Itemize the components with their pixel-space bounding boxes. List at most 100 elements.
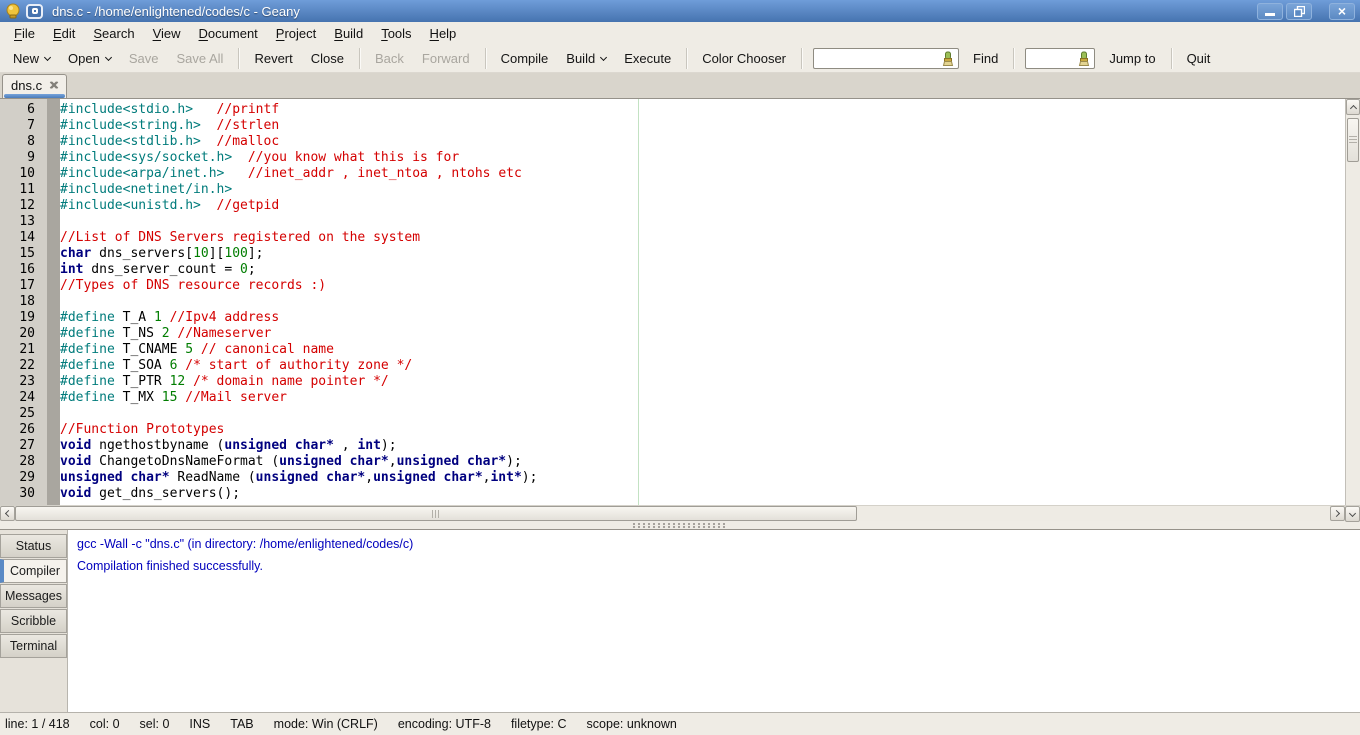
toolbar-separator xyxy=(1013,48,1014,69)
panel-splitter[interactable] xyxy=(0,521,1360,529)
horizontal-scrollbar[interactable] xyxy=(0,506,1345,521)
scroll-up-button[interactable] xyxy=(1346,99,1360,115)
menu-view[interactable]: View xyxy=(144,23,190,44)
toolbar-button-label: Build xyxy=(566,51,595,66)
code-line: #define T_CNAME 5 // canonical name xyxy=(60,342,334,358)
code-row: 30void get_dns_servers(); xyxy=(0,486,1345,502)
code-row: 27void ngethostbyname (unsigned char* , … xyxy=(0,438,1345,454)
menu-project[interactable]: Project xyxy=(267,23,325,44)
window-title: dns.c - /home/enlightened/codes/c - Gean… xyxy=(52,4,300,19)
horizontal-scrollbar-thumb[interactable] xyxy=(15,506,857,521)
menu-edit[interactable]: Edit xyxy=(44,23,84,44)
window-menu-icon[interactable] xyxy=(5,3,21,19)
code-row: 24 #define T_MX 15 //Mail server xyxy=(0,390,1345,406)
toolbar-save-button: Save xyxy=(120,47,168,70)
line-number: 23 xyxy=(0,374,41,390)
status-line-ending-mode: mode: Win (CRLF) xyxy=(274,717,378,731)
line-number: 11 xyxy=(0,182,41,198)
app-icon[interactable] xyxy=(26,4,43,19)
code-line: char dns_servers[10][100]; xyxy=(60,246,264,262)
code-line: #define T_SOA 6 /* start of authority zo… xyxy=(60,358,412,374)
menu-build[interactable]: Build xyxy=(325,23,372,44)
toolbar-close-button[interactable]: Close xyxy=(302,47,353,70)
status-selection: sel: 0 xyxy=(140,717,170,731)
toolbar-build-button[interactable]: Build xyxy=(557,47,615,70)
scroll-down-button[interactable] xyxy=(1345,506,1360,522)
scroll-left-button[interactable] xyxy=(0,506,15,521)
scrollbar-trough[interactable] xyxy=(857,506,1330,521)
line-number: 24 xyxy=(0,390,41,406)
menu-search[interactable]: Search xyxy=(84,23,143,44)
minimize-icon xyxy=(1265,13,1275,16)
thumb-grip xyxy=(432,510,440,518)
clear-icon xyxy=(1076,51,1092,67)
msgwin-tab-terminal[interactable]: Terminal xyxy=(0,634,67,658)
toolbar-open-button[interactable]: Open xyxy=(59,47,120,70)
code-row: 23#define T_PTR 12 /* domain name pointe… xyxy=(0,374,1345,390)
toolbar-separator xyxy=(801,48,802,69)
vertical-scrollbar[interactable] xyxy=(1345,99,1360,505)
document-tabbar: dns.c× xyxy=(0,73,1360,99)
line-number: 9 xyxy=(0,150,41,166)
line-number: 19 xyxy=(0,310,41,326)
toolbar-button-label: Save All xyxy=(176,51,223,66)
menu-help[interactable]: Help xyxy=(421,23,466,44)
menubar: FileEditSearchViewDocumentProjectBuildTo… xyxy=(0,22,1360,45)
code-row: 21#define T_CNAME 5 // canonical name xyxy=(0,342,1345,358)
toolbar-button-label: Compile xyxy=(501,51,549,66)
toolbar-find-button[interactable]: Find xyxy=(964,47,1007,70)
vertical-scrollbar-thumb[interactable] xyxy=(1347,118,1359,162)
window-controls: × xyxy=(1257,3,1355,20)
dropdown-icon[interactable] xyxy=(44,54,51,61)
scroll-right-button[interactable] xyxy=(1330,506,1345,521)
jump-entry-input[interactable] xyxy=(1030,52,1076,66)
code-row: 28void ChangetoDnsNameFormat (unsigned c… xyxy=(0,454,1345,470)
line-number: 15 xyxy=(0,246,41,262)
menu-tools[interactable]: Tools xyxy=(372,23,420,44)
status-column: col: 0 xyxy=(90,717,120,731)
code-line: #define T_MX 15 //Mail server xyxy=(60,390,287,406)
code-line: #include<unistd.h> //getpid xyxy=(60,198,279,214)
dropdown-icon[interactable] xyxy=(105,54,112,61)
msgwin-tab-messages[interactable]: Messages xyxy=(0,584,67,608)
toolbar-compile-button[interactable]: Compile xyxy=(492,47,558,70)
minimize-button[interactable] xyxy=(1257,3,1283,20)
close-button[interactable]: × xyxy=(1329,3,1355,20)
msgwin-tab-status[interactable]: Status xyxy=(0,534,67,558)
tab-dns-c[interactable]: dns.c× xyxy=(2,74,67,98)
line-number: 25 xyxy=(0,406,41,422)
msgwin-tab-compiler[interactable]: Compiler xyxy=(0,559,67,583)
search-entry-input[interactable] xyxy=(818,52,940,66)
toolbar-revert-button[interactable]: Revert xyxy=(245,47,301,70)
toolbar-new-button[interactable]: New xyxy=(4,47,59,70)
msgwin-tab-scribble[interactable]: Scribble xyxy=(0,609,67,633)
code-row: 22#define T_SOA 6 /* start of authority … xyxy=(0,358,1345,374)
menu-document[interactable]: Document xyxy=(190,23,267,44)
toolbar-jump-to-button[interactable]: Jump to xyxy=(1100,47,1164,70)
code-row: 17//Types of DNS resource records :) xyxy=(0,278,1345,294)
message-window-tabs: StatusCompilerMessagesScribbleTerminal xyxy=(0,530,68,712)
dropdown-icon[interactable] xyxy=(600,54,607,61)
code-row: 18 xyxy=(0,294,1345,310)
toolbar-color-chooser-button[interactable]: Color Chooser xyxy=(693,47,795,70)
toolbar-execute-button[interactable]: Execute xyxy=(615,47,680,70)
line-number: 13 xyxy=(0,214,41,230)
compiler-message: Compilation finished successfully. xyxy=(77,559,1360,574)
line-number: 28 xyxy=(0,454,41,470)
restore-button[interactable] xyxy=(1286,3,1312,20)
code-line: #define T_NS 2 //Nameserver xyxy=(60,326,271,342)
compiler-output: gcc -Wall -c "dns.c" (in directory: /hom… xyxy=(68,530,1360,712)
code-line: //Function Prototypes xyxy=(60,422,224,438)
menu-file[interactable]: File xyxy=(5,23,44,44)
code-row: 13 xyxy=(0,214,1345,230)
code-row: 6#include<stdio.h> //printf xyxy=(0,102,1345,118)
code-line: //List of DNS Servers registered on the … xyxy=(60,230,420,246)
toolbar-button-label: Quit xyxy=(1187,51,1211,66)
toolbar-quit-button[interactable]: Quit xyxy=(1178,47,1220,70)
line-number: 26 xyxy=(0,422,41,438)
code-editor[interactable]: 6#include<stdio.h> //printf7#include<str… xyxy=(0,99,1345,505)
code-row: 11#include<netinet/in.h> xyxy=(0,182,1345,198)
tab-close-icon[interactable]: × xyxy=(49,78,58,93)
scroll-left-icon xyxy=(5,510,12,517)
toolbar-button-label: Find xyxy=(973,51,998,66)
